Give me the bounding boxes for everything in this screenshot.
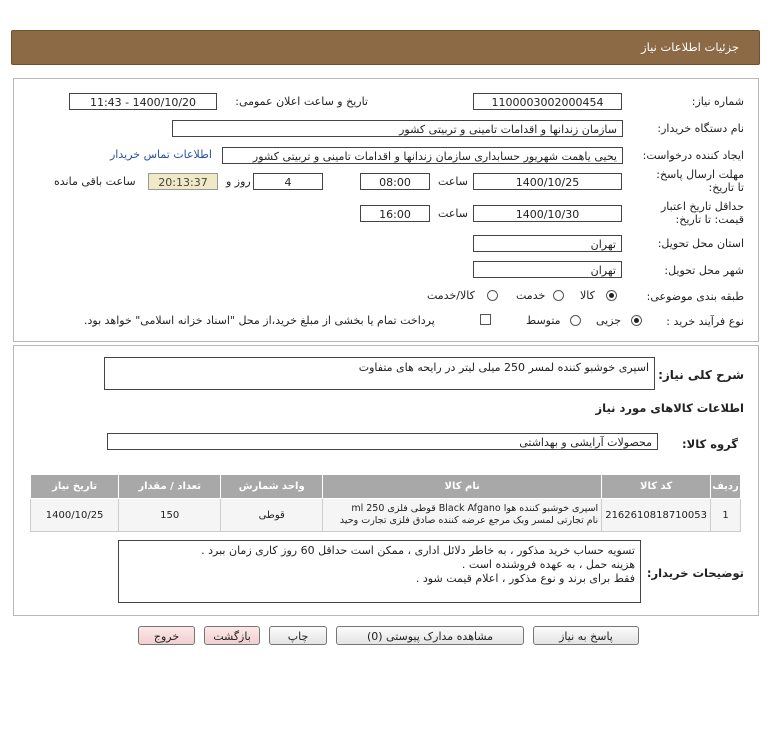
cell-code: 2162610818710053 — [601, 498, 711, 532]
col-index: ردیف — [710, 474, 741, 499]
deadline-time-label: ساعت — [438, 175, 468, 188]
summary-label: شرح کلی نیاز: — [658, 368, 744, 382]
group-field: محصولات آرایشی و بهداشتی — [107, 433, 658, 450]
category-option-goods-service: کالا/خدمت — [427, 289, 475, 302]
cell-name-line2: نام تجارتی لمسر وبک مرجع عرضه کننده صادق… — [339, 515, 599, 526]
process-radio-medium[interactable] — [570, 315, 581, 326]
col-code: کد کالا — [601, 474, 711, 499]
need-number-field: 1100003002000454 — [473, 93, 622, 110]
cell-name-line1: اسپری خوشبو کننده هوا Black Afgano قوطی … — [351, 503, 599, 514]
title-bar: جزئیات اطلاعات نیاز — [11, 30, 760, 65]
buyer-org-label: نام دستگاه خریدار: — [657, 122, 744, 135]
announce-label: تاریخ و ساعت اعلان عمومی: — [235, 95, 368, 108]
process-option-minor: جزیی — [596, 314, 622, 327]
days-and-label: روز و — [226, 175, 251, 188]
category-radio-goods[interactable] — [606, 290, 617, 301]
summary-field: اسپری خوشبو کننده لمسر 250 میلی لیتر در … — [104, 357, 655, 390]
table-row: 1 2162610818710053 اسپری خوشبو کننده هوا… — [29, 498, 741, 532]
cell-unit: قوطی — [220, 498, 324, 532]
province-field: تهران — [473, 235, 622, 252]
cell-qty: 150 — [118, 498, 222, 532]
cell-date: 1400/10/25 — [29, 498, 120, 532]
days-field: 4 — [253, 173, 323, 190]
creator-field: یحیی یاهمت شهریور حسابداری سازمان زندانه… — [222, 147, 623, 164]
validity-label: حداقل تاریخ اعتبار قیمت: تا تاریخ: — [660, 200, 744, 226]
items-table: ردیف کد کالا نام کالا واحد شمارش تعداد /… — [29, 474, 741, 532]
deadline-date-field: 1400/10/25 — [473, 173, 622, 190]
page-title: جزئیات اطلاعات نیاز — [641, 40, 739, 54]
validity-date-field: 1400/10/30 — [473, 205, 622, 222]
contact-info-link[interactable]: اطلاعات تماس خریدار — [110, 148, 212, 161]
back-button[interactable]: بازگشت — [204, 626, 260, 645]
col-name: نام کالا — [322, 474, 603, 499]
category-label: طبقه بندی موضوعی: — [646, 290, 744, 303]
buyer-note-line: تسویه حساب خرید مذکور ، به خاطر دلائل اد… — [201, 544, 635, 557]
buyer-note-line: هزینه حمل ، به عهده فروشنده است . — [461, 558, 635, 571]
city-field: تهران — [473, 261, 622, 278]
validity-time-field: 16:00 — [360, 205, 430, 222]
process-label: نوع فرآیند خرید : — [666, 315, 744, 328]
attachments-button[interactable]: مشاهده مدارک پیوستی (0) — [336, 626, 524, 645]
category-option-goods: کالا — [580, 289, 595, 302]
print-button[interactable]: چاپ — [269, 626, 327, 645]
cell-name: اسپری خوشبو کننده هوا Black Afgano قوطی … — [322, 498, 603, 532]
buyer-note-line: فقط برای برند و نوع مذکور ، اعلام قیمت ش… — [415, 572, 635, 585]
reply-button[interactable]: پاسخ به نیاز — [533, 626, 639, 645]
page: جزئیات اطلاعات نیاز ParsNamadData پایگاه… — [0, 0, 770, 745]
group-label: گروه کالا: — [682, 437, 738, 451]
treasury-payment-checkbox[interactable] — [480, 314, 491, 325]
province-label: استان محل تحویل: — [657, 237, 744, 250]
buyer-org-field: سازمان زندانها و اقدامات تامینی و تربیتی… — [172, 120, 623, 137]
buyer-notes-label: توضیحات خریدار: — [646, 566, 744, 580]
deadline-time-field: 08:00 — [360, 173, 430, 190]
validity-time-label: ساعت — [438, 207, 468, 220]
col-qty: تعداد / مقدار — [118, 474, 222, 499]
deadline-label: مهلت ارسال پاسخ: تا تاریخ: — [656, 168, 744, 194]
category-radio-service[interactable] — [553, 290, 564, 301]
goods-info-title: اطلاعات کالاهای مورد نیاز — [595, 401, 744, 415]
remaining-label: ساعت باقی مانده — [54, 175, 136, 188]
cell-index: 1 — [710, 498, 741, 532]
table-header-row: ردیف کد کالا نام کالا واحد شمارش تعداد /… — [29, 474, 741, 499]
col-unit: واحد شمارش — [220, 474, 324, 499]
remaining-time-field: 20:13:37 — [148, 173, 218, 190]
col-date: تاریخ نیاز — [29, 474, 120, 499]
category-radio-goods-service[interactable] — [487, 290, 498, 301]
process-option-medium: متوسط — [526, 314, 561, 327]
category-option-service: خدمت — [516, 289, 546, 302]
announce-field: 1400/10/20 - 11:43 — [69, 93, 217, 110]
creator-label: ایجاد کننده درخواست: — [642, 149, 744, 162]
need-number-label: شماره نیاز: — [691, 95, 744, 108]
exit-button[interactable]: خروج — [138, 626, 195, 645]
process-radio-minor[interactable] — [631, 315, 642, 326]
city-label: شهر محل تحویل: — [664, 264, 744, 277]
buyer-notes-field: تسویه حساب خرید مذکور ، به خاطر دلائل اد… — [118, 540, 641, 603]
treasury-payment-note: پرداخت تمام یا بخشی از مبلغ خرید،از محل … — [84, 314, 435, 327]
